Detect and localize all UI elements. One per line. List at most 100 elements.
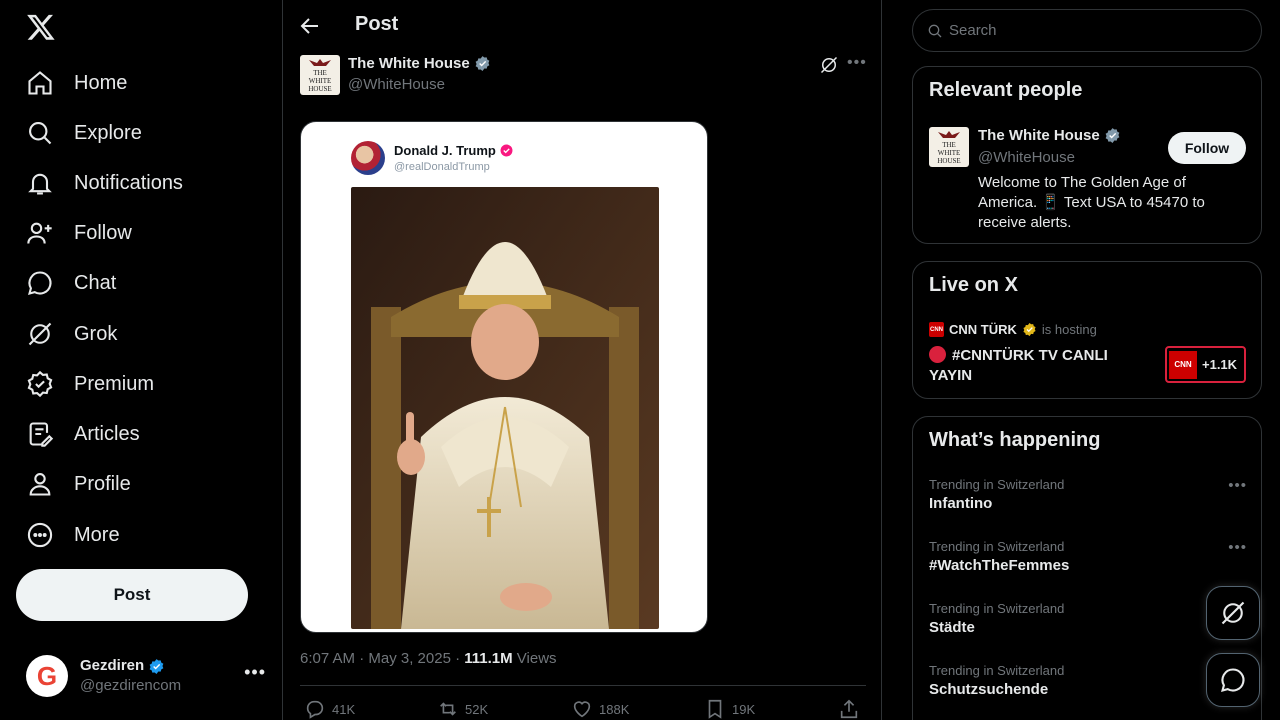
account-names: Gezdiren @gezdirencom <box>80 656 181 696</box>
page-title: Post <box>355 13 399 35</box>
trend-context: Trending in Switzerland <box>929 663 1065 678</box>
home-icon <box>28 71 52 95</box>
account-more-icon[interactable]: ••• <box>244 662 266 683</box>
repost-count: 52K <box>465 701 489 717</box>
relevant-name: The White House <box>978 127 1100 144</box>
bookmark-icon <box>708 699 722 719</box>
post-views-label: Views <box>512 650 557 667</box>
left-sidebar: Home Explore Notifications Follow Chat G… <box>0 0 283 720</box>
live-show[interactable]: #CNNTÜRK TV CANLI YAYIN <box>929 346 1139 386</box>
embedded-name-row: Donald J. Trump <box>394 143 513 158</box>
author-avatar-line1: THE <box>313 69 327 77</box>
nav-grok[interactable]: Grok <box>26 314 117 354</box>
relevant-avatar[interactable]: THE WHITE HOUSE <box>929 127 969 167</box>
share-button[interactable] <box>838 698 860 720</box>
person-add-icon <box>27 222 52 244</box>
divider <box>300 685 866 686</box>
back-arrow-icon[interactable] <box>298 14 322 38</box>
trend-item[interactable]: Trending in Switzerland Schutzsuchende <box>929 663 1247 698</box>
grok-fab-button[interactable] <box>1206 586 1260 640</box>
nav-follow[interactable]: Follow <box>26 213 132 253</box>
live-host[interactable]: CNN CNN TÜRK is hosting <box>929 322 1097 337</box>
nav-notifications[interactable]: Notifications <box>26 163 183 203</box>
post-button[interactable]: Post <box>16 569 248 621</box>
trend-topic: Schutzsuchende <box>929 681 1049 698</box>
chat-fab-button[interactable] <box>1206 653 1260 707</box>
nav-explore-label: Explore <box>74 121 142 144</box>
nav-grok-label: Grok <box>74 322 118 345</box>
nav-home[interactable]: Home <box>26 63 127 103</box>
articles-icon <box>29 422 54 447</box>
nav-profile[interactable]: Profile <box>26 464 131 504</box>
grok-icon[interactable] <box>819 55 839 75</box>
nav-home-label: Home <box>74 71 128 94</box>
heart-icon <box>573 701 591 718</box>
person-icon <box>29 473 51 496</box>
post-views-count: 111.1M <box>464 650 513 667</box>
author-handle[interactable]: @WhiteHouse <box>348 76 445 93</box>
grok-icon <box>28 322 52 346</box>
trend-item[interactable]: Trending in Switzerland #WatchTheFemmes … <box>929 539 1247 574</box>
nav-profile-label: Profile <box>74 472 131 495</box>
share-icon <box>840 699 858 719</box>
repost-icon <box>440 702 456 716</box>
verified-badge-icon <box>1023 322 1036 337</box>
bell-icon <box>28 173 52 195</box>
live-listeners-badge[interactable]: CNN +1.1K <box>1165 346 1246 383</box>
search-box[interactable] <box>912 9 1262 52</box>
post-image[interactable]: Donald J. Trump @realDonaldTrump <box>300 121 708 633</box>
search-icon <box>928 24 942 37</box>
cnn-logo-icon: CNN <box>929 322 944 337</box>
live-host-suffix: is hosting <box>1041 322 1097 337</box>
reply-count: 41K <box>332 701 356 717</box>
verified-badge-icon <box>500 144 513 157</box>
nav-more-label: More <box>74 523 120 546</box>
author-name: The White House <box>348 55 470 72</box>
trend-item[interactable]: Trending in Switzerland Infantino ••• <box>929 477 1247 512</box>
chat-icon <box>1221 668 1245 692</box>
trend-item[interactable]: Trending in Switzerland Städte <box>929 601 1247 636</box>
eagle-icon <box>309 59 331 66</box>
reply-button[interactable]: 41K <box>304 698 355 720</box>
chat-icon <box>28 271 52 295</box>
trend-more-icon[interactable]: ••• <box>1228 477 1247 494</box>
x-logo-icon[interactable] <box>26 12 56 42</box>
bookmark-button[interactable]: 19K <box>704 698 755 720</box>
pope-portrait-image <box>351 187 659 629</box>
nav-articles[interactable]: Articles <box>26 414 140 454</box>
bookmark-count: 19K <box>732 701 756 717</box>
trend-topic: Städte <box>929 619 975 636</box>
repost-button[interactable]: 52K <box>437 698 488 720</box>
nav-chat[interactable]: Chat <box>26 263 116 303</box>
account-avatar: G <box>26 655 68 697</box>
embedded-handle: @realDonaldTrump <box>394 161 490 173</box>
like-count: 188K <box>599 701 630 717</box>
trend-context: Trending in Switzerland <box>929 601 1065 616</box>
search-input[interactable] <box>949 22 1229 39</box>
trend-context: Trending in Switzerland <box>929 477 1065 492</box>
live-show-title: #CNNTÜRK TV CANLI YAYIN <box>929 347 1108 384</box>
relevant-people-title: Relevant people <box>929 79 1083 101</box>
nav-premium[interactable]: Premium <box>26 364 154 404</box>
relevant-handle[interactable]: @WhiteHouse <box>978 149 1075 166</box>
author-name-row[interactable]: The White House <box>348 55 491 72</box>
post-more-icon[interactable]: ••• <box>847 54 867 72</box>
trend-more-icon[interactable]: ••• <box>1228 539 1247 556</box>
follow-button[interactable]: Follow <box>1168 132 1246 164</box>
author-avatar[interactable]: THE WHITE HOUSE <box>300 55 340 95</box>
trend-topic: Infantino <box>929 495 993 512</box>
more-circle-icon <box>27 522 53 548</box>
live-panel: Live on X CNN CNN TÜRK is hosting #CNNTÜ… <box>912 261 1262 399</box>
nav-explore[interactable]: Explore <box>26 113 142 153</box>
relevant-bio: Welcome to The Golden Age of America. 📱 … <box>978 174 1205 231</box>
embedded-avatar <box>351 141 385 175</box>
app-root: Home Explore Notifications Follow Chat G… <box>0 0 1280 720</box>
relevant-name-row[interactable]: The White House <box>978 127 1121 144</box>
nav-more[interactable]: More <box>26 515 120 555</box>
account-switcher[interactable]: G Gezdiren @gezdirencom ••• <box>26 652 266 700</box>
like-button[interactable]: 188K <box>571 698 629 720</box>
post-timestamp[interactable]: 6:07 AM · May 3, 2025 · <box>300 650 464 667</box>
relevant-avatar-line2: WHITE <box>937 149 961 157</box>
nav-articles-label: Articles <box>74 422 140 445</box>
main-column: Post THE WHITE HOUSE The White House @Wh… <box>284 0 882 720</box>
